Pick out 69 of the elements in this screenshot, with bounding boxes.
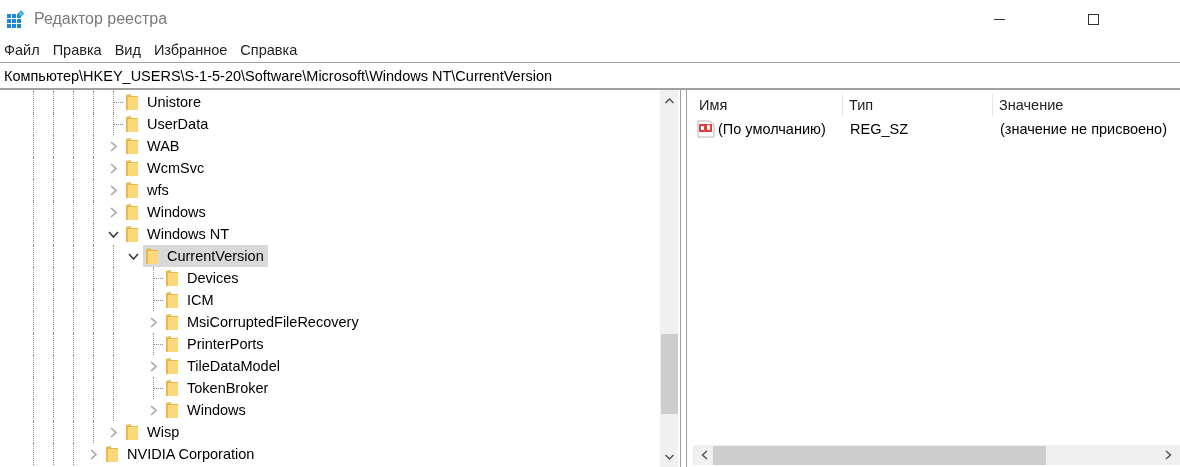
folder-icon bbox=[125, 225, 139, 243]
folder-icon bbox=[125, 93, 139, 111]
tree-item[interactable]: Wisp bbox=[123, 421, 184, 443]
collapse-chevron-icon[interactable] bbox=[127, 252, 139, 260]
menu-item[interactable]: Правка bbox=[52, 42, 102, 58]
tree-item[interactable]: WAB bbox=[123, 135, 184, 157]
tree-item[interactable]: PrinterPorts bbox=[163, 333, 268, 355]
scroll-thumb[interactable] bbox=[713, 445, 1046, 465]
column-header[interactable]: Значение bbox=[993, 94, 1180, 116]
folder-icon bbox=[165, 401, 179, 419]
folder-icon bbox=[145, 247, 159, 265]
menu-item[interactable]: Справка bbox=[240, 42, 298, 58]
folder-icon bbox=[165, 379, 179, 397]
value-type: REG_SZ bbox=[849, 121, 909, 137]
tree-item[interactable]: UserData bbox=[123, 113, 213, 135]
scroll-up-icon[interactable] bbox=[664, 98, 674, 104]
scroll-right-icon[interactable] bbox=[1165, 450, 1172, 460]
scroll-left-icon[interactable] bbox=[701, 450, 708, 460]
folder-icon bbox=[165, 335, 179, 353]
expand-chevron-icon[interactable] bbox=[149, 360, 157, 372]
registry-grid-icon bbox=[7, 10, 25, 28]
folder-icon bbox=[165, 291, 179, 309]
tree-item[interactable]: Unistore bbox=[123, 91, 205, 113]
tree-item[interactable]: MsiCorruptedFileRecovery bbox=[163, 311, 363, 333]
tree-item[interactable]: ICM bbox=[163, 289, 218, 311]
tree-item[interactable]: WcmSvc bbox=[123, 157, 209, 179]
expand-chevron-icon[interactable] bbox=[109, 426, 117, 438]
folder-icon bbox=[105, 445, 119, 463]
folder-icon bbox=[125, 159, 139, 177]
expand-chevron-icon[interactable] bbox=[89, 448, 97, 460]
folder-icon bbox=[125, 137, 139, 155]
value-data: (значение не присвоено) bbox=[999, 121, 1168, 137]
column-header[interactable]: Имя bbox=[693, 94, 843, 116]
value-name: (По умолчанию) bbox=[718, 121, 826, 137]
tree-item[interactable]: TokenBroker bbox=[163, 377, 273, 399]
minimize-icon[interactable] bbox=[993, 18, 1005, 20]
folder-icon bbox=[125, 181, 139, 199]
tree-item[interactable]: CurrentVersion bbox=[143, 245, 268, 267]
expand-chevron-icon[interactable] bbox=[109, 140, 117, 152]
folder-icon bbox=[165, 269, 179, 287]
maximize-icon[interactable] bbox=[1087, 13, 1099, 25]
expand-chevron-icon[interactable] bbox=[109, 162, 117, 174]
expand-chevron-icon[interactable] bbox=[149, 404, 157, 416]
tree-item[interactable]: Windows bbox=[163, 399, 250, 421]
menu-item[interactable]: Вид bbox=[114, 42, 141, 58]
tree-item[interactable]: TileDataModel bbox=[163, 355, 284, 377]
expand-chevron-icon[interactable] bbox=[109, 206, 117, 218]
folder-icon bbox=[165, 357, 179, 375]
folder-icon bbox=[125, 115, 139, 133]
collapse-chevron-icon[interactable] bbox=[107, 230, 119, 238]
folder-icon bbox=[125, 203, 139, 221]
folder-icon bbox=[125, 423, 139, 441]
scroll-down-icon[interactable] bbox=[664, 454, 674, 460]
horizontal-scrollbar[interactable] bbox=[693, 445, 1180, 465]
tree-item[interactable]: NVIDIA Corporation bbox=[103, 443, 259, 465]
menu-item[interactable]: Файл bbox=[4, 42, 40, 58]
string-value-icon bbox=[697, 120, 715, 138]
expand-chevron-icon[interactable] bbox=[149, 316, 157, 328]
tree-item[interactable]: Devices bbox=[163, 267, 243, 289]
tree-item[interactable]: wfs bbox=[123, 179, 173, 201]
tree-item[interactable]: Windows bbox=[123, 201, 210, 223]
menu-item[interactable]: Избранное bbox=[153, 42, 228, 58]
vertical-scrollbar[interactable] bbox=[660, 90, 678, 467]
folder-icon bbox=[165, 313, 179, 331]
scroll-thumb[interactable] bbox=[660, 334, 678, 414]
window-title: Редактор реестра bbox=[34, 10, 169, 28]
column-header[interactable]: Тип bbox=[843, 94, 993, 116]
tree-item[interactable]: Windows NT bbox=[123, 223, 234, 245]
expand-chevron-icon[interactable] bbox=[109, 184, 117, 196]
